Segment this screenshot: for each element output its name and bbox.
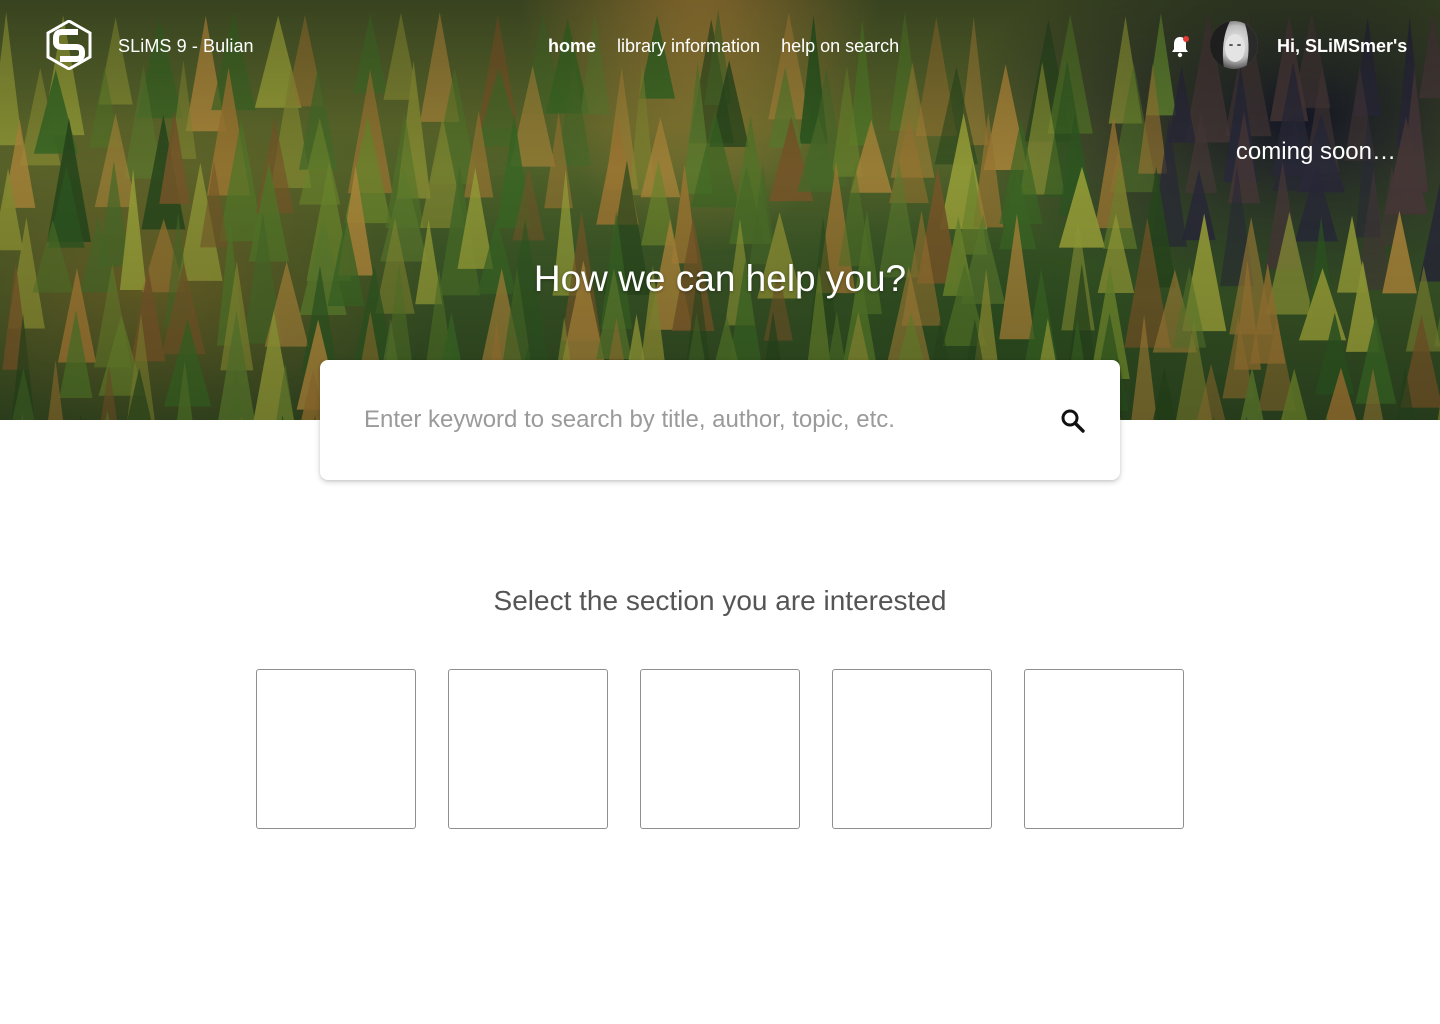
hero-headline: How we can help you?: [533, 258, 907, 299]
notification-dot: [1183, 36, 1189, 42]
section-tile[interactable]: [1024, 669, 1184, 829]
coming-soon-text: coming soon…: [1235, 138, 1396, 165]
section-tile[interactable]: [448, 669, 608, 829]
user-greeting[interactable]: Hi, SLiMSmer's: [1277, 36, 1407, 57]
bell-icon[interactable]: [1169, 34, 1191, 58]
search-icon[interactable]: [1059, 407, 1087, 435]
nav-item-library-information[interactable]: library information: [617, 36, 760, 57]
avatar[interactable]: [1210, 21, 1258, 69]
top-navbar: SLiMS 9 - Bulian home library informatio…: [0, 0, 1440, 92]
section-tiles: [256, 669, 1184, 829]
section-tile[interactable]: [832, 669, 992, 829]
main-menu: home library information help on search: [548, 36, 899, 57]
slims-logo-icon[interactable]: [46, 20, 92, 70]
nav-item-help-on-search[interactable]: help on search: [781, 36, 899, 57]
nav-item-home[interactable]: home: [548, 36, 596, 57]
brand-name[interactable]: SLiMS 9 - Bulian: [118, 36, 254, 57]
search-card: [320, 360, 1120, 480]
section-tile[interactable]: [640, 669, 800, 829]
section-title: Select the section you are interested: [493, 585, 947, 616]
section-tile[interactable]: [256, 669, 416, 829]
search-input[interactable]: [364, 400, 1044, 440]
